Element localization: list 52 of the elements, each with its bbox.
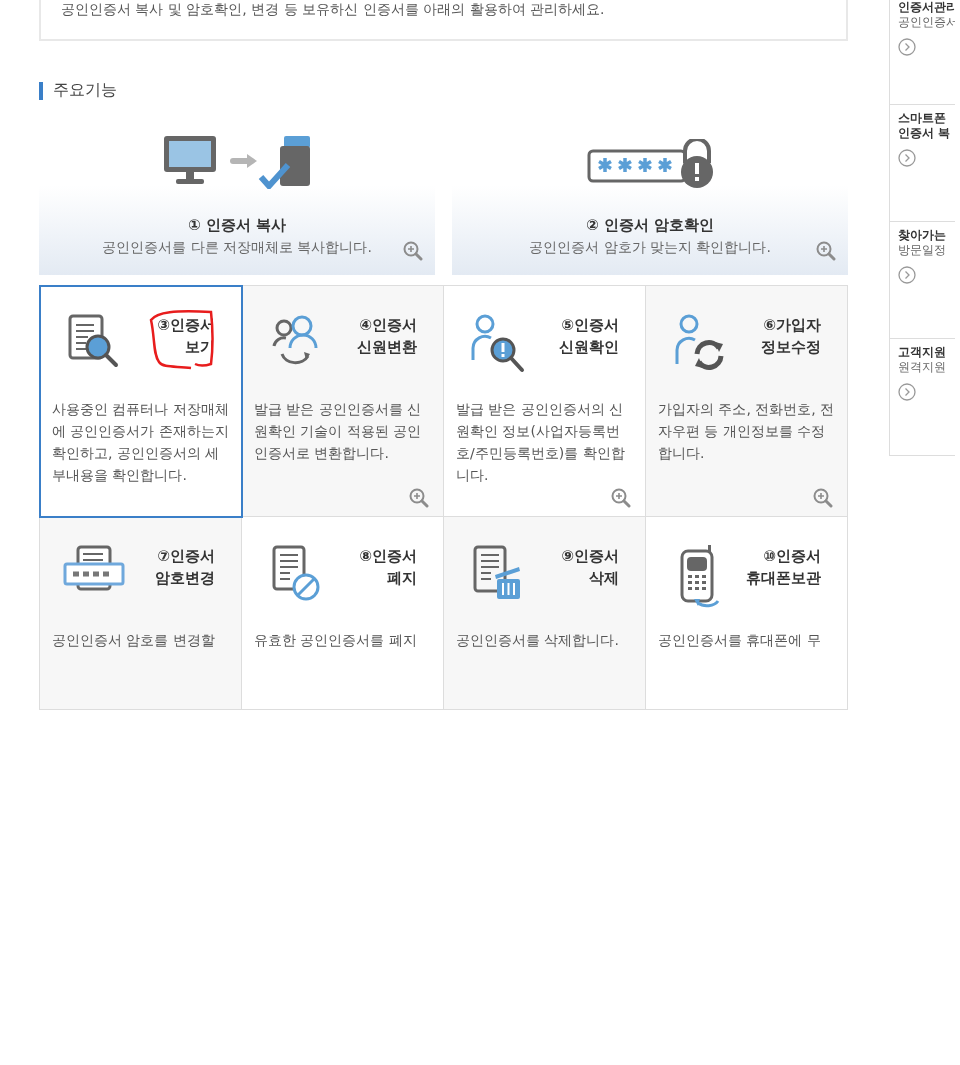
- feature-description: 공인인증서를 삭제합니다.: [456, 631, 620, 650]
- mobile-phone-icon: [680, 545, 720, 609]
- feature-title: ④인증서 신원변환: [357, 315, 417, 358]
- section-marker: [39, 81, 43, 100]
- chevron-circle-icon[interactable]: [898, 383, 916, 401]
- zoom-in-icon[interactable]: [409, 488, 429, 508]
- feature-description: 발급 받은 공인인증서의 신원확인 정보(사업자등록번호/주민등록번호)를 확인합니다.: [456, 400, 626, 485]
- user-search-icon: [471, 314, 525, 374]
- zoom-in-icon[interactable]: [813, 488, 833, 508]
- user-refresh-icon: [675, 314, 725, 370]
- chevron-circle-icon[interactable]: [898, 266, 916, 284]
- sidebar-title: 스마트폰 인증서 복: [898, 111, 952, 141]
- feature-description: 유효한 공인인증서를 폐지: [254, 631, 418, 650]
- sidebar-title: 고객지원: [898, 345, 947, 360]
- feature-tile[interactable]: ④인증서 신원변환 발급 받은 공인인증서를 신원확인 기술이 적용된 공인인증서로 변환합니다.: [242, 286, 444, 517]
- chevron-circle-icon[interactable]: [898, 149, 916, 167]
- section-title: 주요기능: [53, 80, 117, 101]
- feature-description: 사용중인 컴퓨터나 저장매체에 공인인증서가 존재하는지 확인하고, 공인인증서의 세부내용을 확인합니다.: [52, 400, 229, 485]
- feature-tile[interactable]: ⑦인증서 암호변경 공인인증서 암호를 변경할: [40, 517, 242, 710]
- password-field-icon: [63, 545, 125, 591]
- feature-tile[interactable]: ⑧인증서 폐지 유효한 공인인증서를 폐지: [242, 517, 444, 710]
- zoom-in-icon[interactable]: [816, 241, 836, 261]
- document-magnifier-icon: [68, 314, 120, 370]
- feature-title: ⑦인증서 암호변경: [155, 546, 215, 589]
- zoom-in-icon[interactable]: [611, 488, 631, 508]
- sidebar-subtitle: 방문일정: [898, 243, 947, 258]
- feature-description: 가입자의 주소, 전화번호, 전자우편 등 개인정보를 수정합니다.: [658, 400, 835, 463]
- feature-title: ② 인증서 암호확인: [585, 216, 715, 235]
- feature-title: ⑩인증서 휴대폰보관: [746, 546, 821, 589]
- feature-title: ⑨인증서 삭제: [561, 546, 619, 589]
- feature-description: 발급 받은 공인인증서를 신원확인 기술이 적용된 공인인증서로 변환합니다.: [254, 400, 423, 463]
- feature-description: 공인인증서를 다른 저장매체로 복사합니다.: [102, 239, 372, 257]
- chevron-circle-icon[interactable]: [898, 38, 916, 56]
- feature-title: ⑥가입자 정보수정: [761, 315, 821, 358]
- feature-card[interactable]: ① 인증서 복사 공인인증서를 다른 저장매체로 복사합니다.: [39, 135, 435, 275]
- feature-tile[interactable]: ⑤인증서 신원확인 발급 받은 공인인증서의 신원확인 정보(사업자등록번호/주민등록번호)를 확인합니다.: [444, 286, 646, 517]
- feature-tile[interactable]: ⑥가입자 정보수정 가입자의 주소, 전화번호, 전자우편 등 개인정보를 수정합니다.: [646, 286, 848, 517]
- feature-description: 공인인증서 암호를 변경할: [52, 631, 216, 650]
- feature-tile[interactable]: ⑩인증서 휴대폰보관 공인인증서를 휴대폰에 무: [646, 517, 848, 710]
- feature-description: 공인인증서 암호가 맞는지 확인합니다.: [529, 239, 771, 257]
- feature-title: ⑧인증서 폐지: [359, 546, 417, 589]
- sidebar-title: 찾아가는: [898, 228, 947, 243]
- feature-tile[interactable]: ⑨인증서 삭제 공인인증서를 삭제합니다.: [444, 517, 646, 710]
- document-trash-icon: [473, 545, 523, 601]
- feature-title: ① 인증서 복사: [187, 216, 287, 235]
- zoom-in-icon[interactable]: [403, 241, 423, 261]
- sidebar-subtitle: 원격지원: [898, 360, 947, 375]
- document-prohibited-icon: [272, 545, 320, 601]
- feature-description: 공인인증서를 휴대폰에 무: [658, 631, 822, 650]
- feature-title: ⑤인증서 신원확인: [559, 315, 619, 358]
- users-exchange-icon: [272, 314, 320, 366]
- intro-text: 공인인증서 복사 및 암호확인, 변경 등 보유하신 인증서를 아래의 활용하여 관리하세요.: [61, 0, 606, 18]
